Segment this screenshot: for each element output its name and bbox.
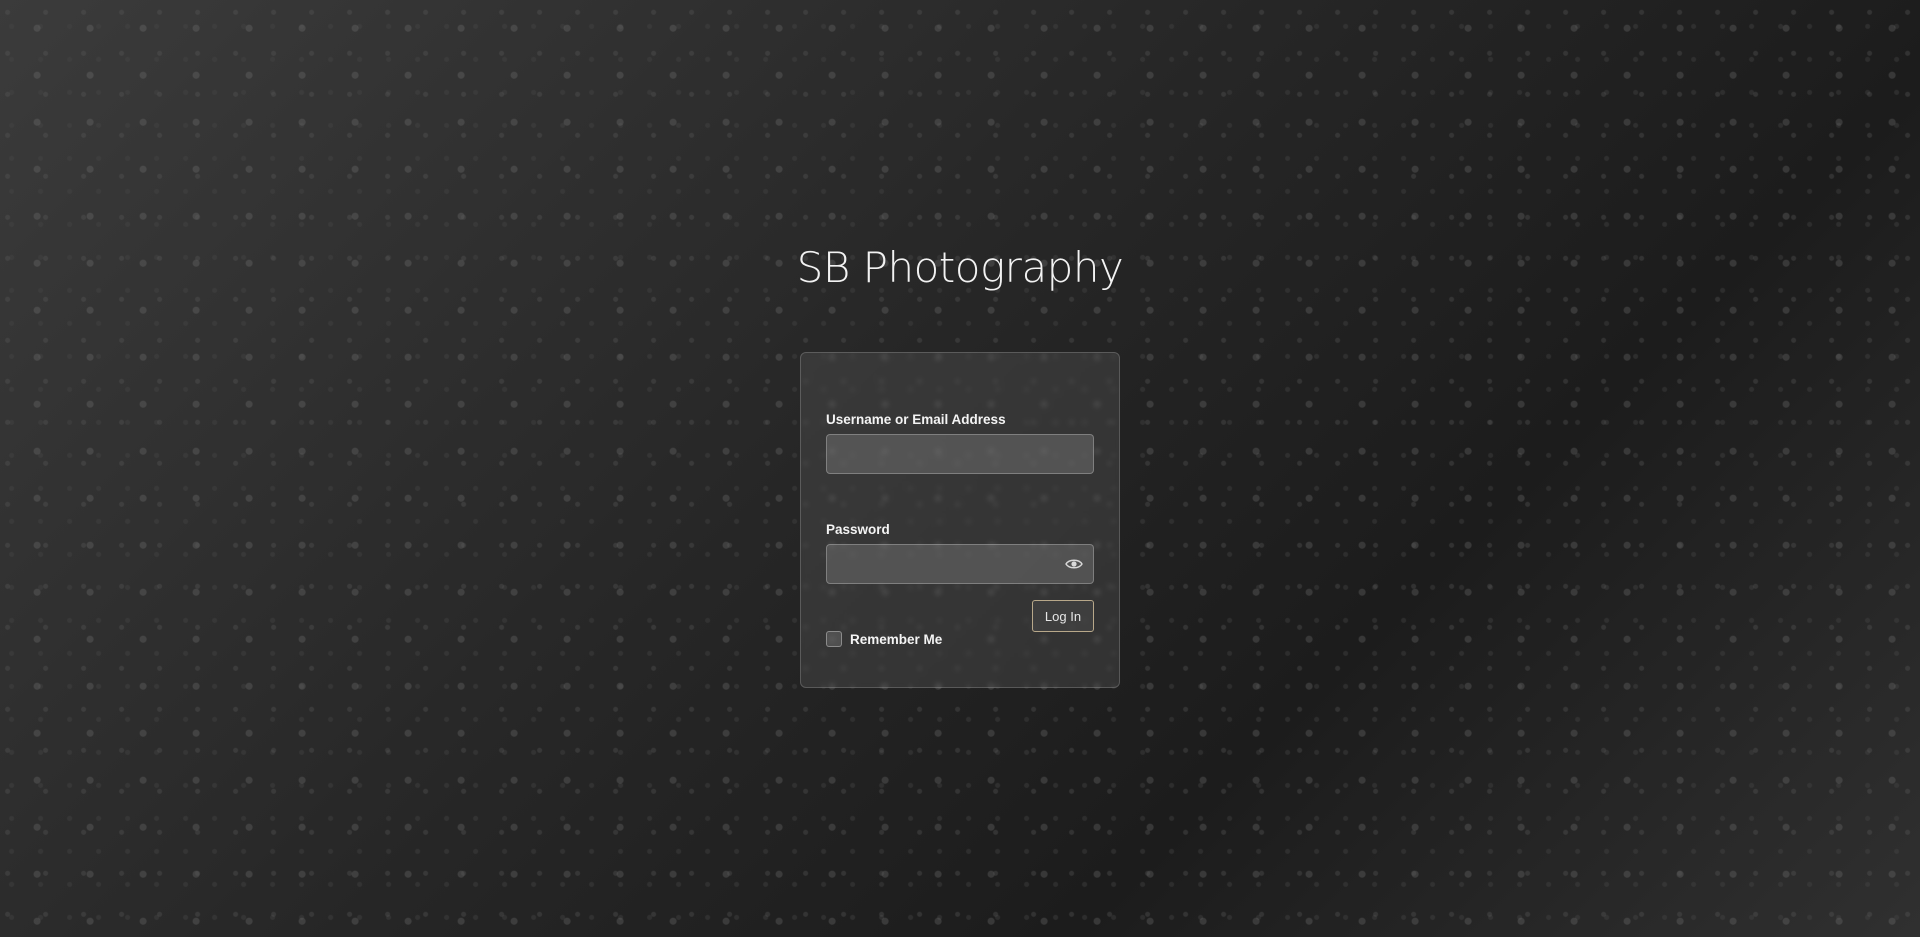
remember-checkbox[interactable] (826, 631, 842, 647)
eye-icon (1065, 559, 1083, 569)
password-input[interactable] (826, 544, 1094, 584)
login-button[interactable]: Log In (1032, 600, 1094, 632)
username-label: Username or Email Address (826, 412, 1006, 427)
remember-me[interactable]: Remember Me (826, 631, 942, 647)
show-password-button[interactable] (1060, 550, 1088, 578)
remember-label: Remember Me (850, 631, 943, 647)
login-form: Username or Email Address Password Log I… (800, 352, 1120, 688)
password-label: Password (826, 522, 890, 537)
username-input[interactable] (826, 434, 1094, 474)
username-wrap (826, 434, 1094, 474)
site-title[interactable]: SB Photography (0, 243, 1920, 292)
form-footer: Log In Remember Me (826, 600, 1094, 660)
password-wrap (826, 544, 1094, 584)
